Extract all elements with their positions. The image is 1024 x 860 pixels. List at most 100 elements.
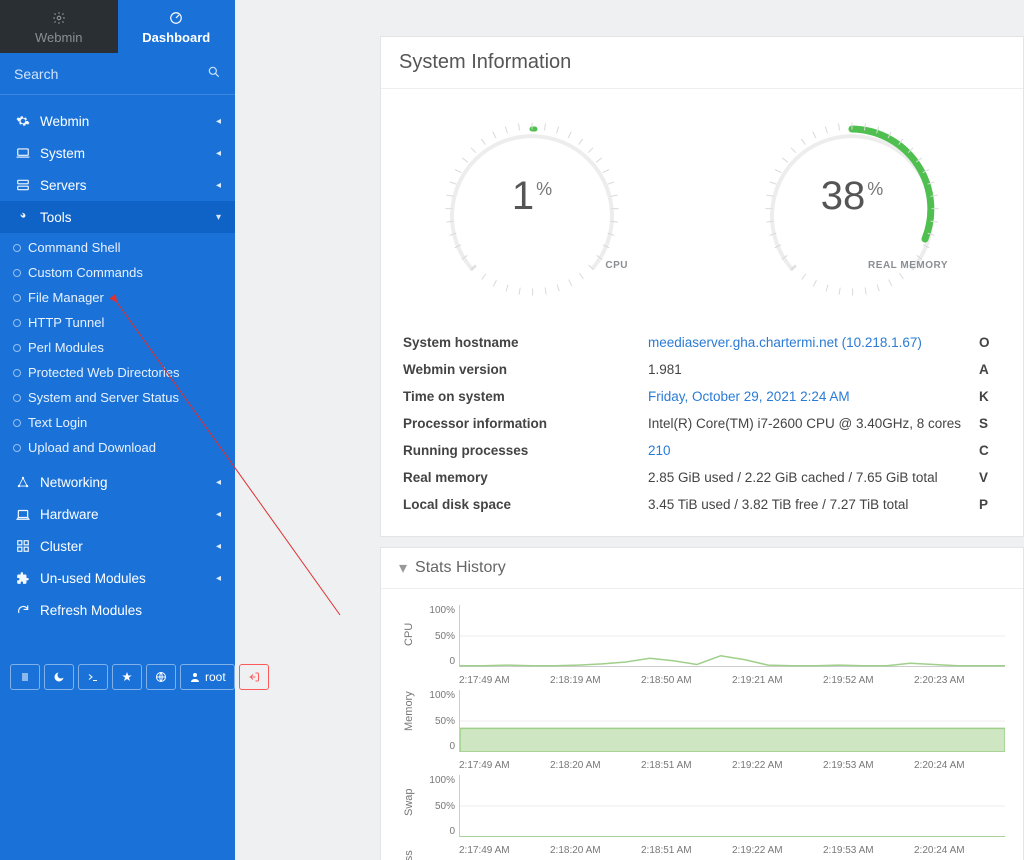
network-icon (14, 475, 32, 489)
gauge-mem-value: 38 (821, 174, 866, 218)
btn-favorite[interactable] (112, 664, 142, 690)
chart-yticks: 100%50%0 (419, 690, 455, 752)
refresh-icon (14, 603, 32, 617)
row-running: Running processes210C (399, 437, 1005, 464)
pct: % (536, 179, 552, 199)
sub-command-shell[interactable]: Command Shell (0, 235, 235, 260)
row-realmem: Real memory2.85 GiB used / 2.22 GiB cach… (399, 464, 1005, 491)
panel-system-info: System Information (380, 36, 1024, 537)
nav-servers[interactable]: Servers ◂ (0, 169, 235, 201)
chart-yticks: 100%50%0 (419, 605, 455, 667)
gauge-cpu: 1% CPU (442, 119, 642, 299)
btn-collapse[interactable] (10, 664, 40, 690)
cluster-icon (14, 539, 32, 553)
row-hostname: System hostnamemeediaserver.gha.charterm… (399, 329, 1005, 356)
stats-title: Stats History (415, 559, 506, 577)
gauge-mem-label: REAL MEMORY (868, 260, 948, 271)
btn-language[interactable] (146, 664, 176, 690)
sub-file-manager[interactable]: File Manager (0, 285, 235, 310)
gauge-cpu-value: 1 (512, 174, 534, 218)
laptop-icon (14, 146, 32, 160)
user-label: root (205, 670, 226, 684)
nav-unused-modules[interactable]: Un-used Modules ◂ (0, 562, 235, 594)
chart-ylabel: Memory (403, 711, 415, 731)
caret-left-icon: ◂ (216, 180, 221, 191)
info-table: System hostnamemeediaserver.gha.charterm… (399, 329, 1005, 518)
search-row (0, 53, 235, 95)
row-disk: Local disk space3.45 TiB used / 3.82 TiB… (399, 491, 1005, 518)
pct: % (867, 179, 883, 199)
collapse-icon: ▾ (399, 558, 407, 578)
chart-memory: Memory 100%50%0 (399, 690, 1005, 752)
tab-dashboard-label: Dashboard (142, 30, 210, 45)
caret-down-icon: ▾ (216, 212, 221, 223)
nav-refresh-modules[interactable]: Refresh Modules (0, 594, 235, 626)
btn-logout[interactable] (239, 664, 269, 690)
chart-swap: Swap100%50%0 (399, 775, 1005, 837)
tools-icon (14, 210, 32, 224)
chart-area (459, 775, 1005, 837)
gauges: 1% CPU 38% REAL ME (399, 119, 1005, 299)
chart-ylabel: CPU (403, 626, 415, 646)
nav-label: Servers (40, 178, 87, 193)
nav: Webmin ◂ System ◂ Servers ◂ Tools ▾ Comm… (0, 95, 235, 626)
nav-hardware[interactable]: Hardware ◂ (0, 498, 235, 530)
nav-networking[interactable]: Networking ◂ (0, 466, 235, 498)
btn-terminal[interactable] (78, 664, 108, 690)
servers-icon (14, 178, 32, 192)
sub-upload-download[interactable]: Upload and Download (0, 435, 235, 460)
link-running[interactable]: 210 (648, 443, 671, 458)
tab-webmin-label: Webmin (35, 30, 82, 45)
chart-yticks: 100%50%0 (419, 775, 455, 837)
btn-user[interactable]: root (180, 664, 235, 690)
chart-xticks: 2:17:49 AM2:18:20 AM2:18:51 AM2:19:22 AM… (459, 760, 1005, 771)
caret-left-icon: ◂ (216, 148, 221, 159)
nav-system[interactable]: System ◂ (0, 137, 235, 169)
nav-label: System (40, 146, 85, 161)
sub-perl-modules[interactable]: Perl Modules (0, 335, 235, 360)
sidebar: Webmin Dashboard Webmin ◂ System ◂ Serve… (0, 0, 235, 860)
link-hostname[interactable]: meediaserver.gha.chartermi.net (10.218.1… (648, 335, 922, 350)
link-time[interactable]: Friday, October 29, 2021 2:24 AM (648, 389, 850, 404)
row-time: Time on systemFriday, October 29, 2021 2… (399, 383, 1005, 410)
hardware-icon (14, 507, 32, 521)
chart-area (459, 605, 1005, 667)
nav-label: Cluster (40, 539, 83, 554)
caret-left-icon: ◂ (216, 541, 221, 552)
nav-label: Un-used Modules (40, 571, 146, 586)
caret-left-icon: ◂ (216, 573, 221, 584)
row-proc: Processor informationIntel(R) Core(TM) i… (399, 410, 1005, 437)
gear-icon (14, 114, 32, 128)
tab-webmin[interactable]: Webmin (0, 0, 118, 53)
chart-cpu: CPU 100%50%0 (399, 605, 1005, 667)
sub-text-login[interactable]: Text Login (0, 410, 235, 435)
bottom-toolbar: root (10, 664, 269, 690)
chart-xticks: 2:17:49 AM2:18:20 AM2:18:51 AM2:19:22 AM… (459, 845, 1005, 856)
caret-left-icon: ◂ (216, 477, 221, 488)
gauge-cpu-label: CPU (605, 260, 628, 271)
btn-night[interactable] (44, 664, 74, 690)
sub-system-server-status[interactable]: System and Server Status (0, 385, 235, 410)
chart-area (459, 690, 1005, 752)
caret-left-icon: ◂ (216, 116, 221, 127)
sub-http-tunnel[interactable]: HTTP Tunnel (0, 310, 235, 335)
gauge-memory: 38% REAL MEMORY (762, 119, 962, 299)
sub-protected-web-dirs[interactable]: Protected Web Directories (0, 360, 235, 385)
sub-custom-commands[interactable]: Custom Commands (0, 260, 235, 285)
nav-label: Webmin (40, 114, 89, 129)
search-input[interactable] (14, 66, 207, 82)
tab-dashboard[interactable]: Dashboard (118, 0, 236, 53)
charts: CPU100%50%02:17:49 AM2:18:19 AM2:18:50 A… (381, 589, 1023, 860)
nav-webmin[interactable]: Webmin ◂ (0, 105, 235, 137)
row-webminver: Webmin version1.981A (399, 356, 1005, 383)
nav-cluster[interactable]: Cluster ◂ (0, 530, 235, 562)
nav-label: Networking (40, 475, 108, 490)
nav-tools[interactable]: Tools ▾ (0, 201, 235, 233)
panel-stats-head[interactable]: ▾ Stats History (381, 548, 1023, 589)
panel-title: System Information (381, 37, 1023, 89)
nav-label: Tools (40, 210, 72, 225)
top-tabs: Webmin Dashboard (0, 0, 235, 53)
main: System Information (235, 0, 1024, 860)
nav-label: Hardware (40, 507, 99, 522)
search-icon[interactable] (207, 65, 221, 82)
